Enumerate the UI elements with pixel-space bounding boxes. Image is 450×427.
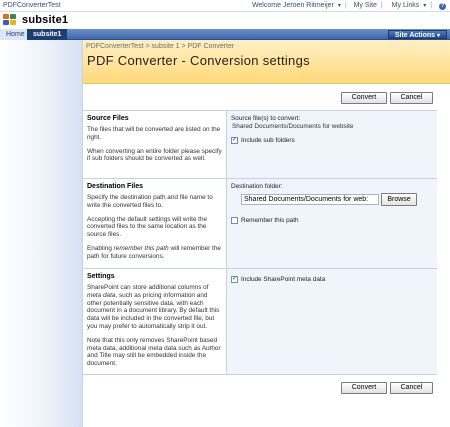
my-links-menu[interactable]: My Links ▾ [390,2,427,9]
chevron-down-icon: ▾ [337,3,341,9]
destination-folder-input[interactable]: Shared Documents/Documents for web: [241,194,379,205]
destination-files-desc-2: Accepting the default settings will writ… [87,215,208,239]
convert-button-bottom[interactable]: Convert [341,382,387,394]
desc-emphasis: meta data [87,291,116,299]
include-meta-data-label: Include SharePoint meta data [241,276,326,283]
source-files-desc-1: The files that will be converted are lis… [87,126,221,141]
site-actions-label: Site Actions [394,32,436,39]
settings-desc-1: SharePoint can store additional columns … [87,284,222,331]
page-title-area: PDFConverterTest > subsite 1 > PDF Conve… [83,40,450,84]
sharepoint-logo-icon [3,14,18,26]
my-links-label: My Links [391,2,420,9]
settings-desc-2: Note that this only removes SharePoint b… [87,336,221,368]
desc-text: SharePoint can store additional columns … [87,284,209,291]
checkbox-unchecked-icon[interactable] [231,217,238,224]
checkbox-checked-icon[interactable]: ✓ [231,276,238,283]
destination-files-section: Destination Files Specify the destinatio… [83,178,437,268]
welcome-label: Welcome Jeroen Ritmeijer [251,2,334,9]
conversion-settings-form: Convert Cancel Source Files The files th… [83,84,437,414]
source-files-description: Source Files The files that will be conv… [83,111,226,178]
top-links: Welcome Jeroen Ritmeijer ▾ | My Site | M… [248,2,446,10]
source-files-desc-2: When converting an entire folder please … [87,147,222,163]
divider: | [344,2,347,9]
browse-button[interactable]: Browse [381,193,417,206]
destination-files-desc-3: Enabling remember this path will remembe… [87,245,222,261]
left-navigation-panel [0,40,83,427]
include-sub-folders-checkbox[interactable]: ✓ Include sub folders [231,137,432,144]
source-files-label: Source file(s) to convert: [231,115,301,122]
remember-path-checkbox[interactable]: Remember this path [231,217,299,224]
chevron-down-icon: ▾ [436,33,440,39]
destination-files-controls: Destination folder: Shared Documents/Doc… [226,179,437,268]
top-bar: PDFConverterTest Welcome Jeroen Ritmeije… [0,0,450,12]
cancel-button-top[interactable]: Cancel [390,92,433,104]
remember-path-label: Remember this path [241,217,299,224]
site-collection-link[interactable]: PDFConverterTest [3,2,61,9]
site-header: subsite1 [0,12,450,29]
destination-folder-label: Destination folder: [231,183,283,190]
destination-files-desc-1: Specify the destination path and file na… [87,194,213,209]
top-nav-bar: Home subsite1 Site Actions ▾ [0,29,450,40]
divider: | [380,2,383,9]
settings-controls: ✓ Include SharePoint meta data [226,269,437,374]
source-files-heading: Source Files [87,115,129,122]
site-actions-menu[interactable]: Site Actions ▾ [387,30,447,39]
help-icon[interactable]: ? [439,3,446,10]
convert-button-top[interactable]: Convert [341,92,387,104]
destination-files-description: Destination Files Specify the destinatio… [83,179,226,268]
desc-emphasis: remember this path [113,244,169,252]
site-title[interactable]: subsite1 [22,14,68,26]
my-site-link[interactable]: My Site [354,2,377,9]
tab-subsite1[interactable]: subsite1 [27,29,68,40]
divider: | [430,2,433,9]
section-divider [83,374,437,375]
source-files-section: Source Files The files that will be conv… [83,110,437,178]
source-files-controls: Source file(s) to convert: Shared Docume… [226,111,437,178]
chevron-down-icon: ▾ [423,3,427,9]
settings-section: Settings SharePoint can store additional… [83,268,437,374]
breadcrumb[interactable]: PDFConverterTest > subsite 1 > PDF Conve… [86,43,234,50]
page-title: PDF Converter - Conversion settings [87,53,310,68]
cancel-button-bottom[interactable]: Cancel [390,382,433,394]
welcome-menu[interactable]: Welcome Jeroen Ritmeijer ▾ [250,2,341,9]
include-meta-data-checkbox[interactable]: ✓ Include SharePoint meta data [231,276,432,283]
source-files-value: Shared Documents/Documents for website [232,123,354,130]
checkbox-checked-icon[interactable]: ✓ [231,137,238,144]
destination-files-heading: Destination Files [87,183,144,190]
include-sub-folders-label: Include sub folders [241,137,295,144]
settings-description: Settings SharePoint can store additional… [83,269,226,374]
desc-text: Enabling [87,244,114,252]
settings-heading: Settings [87,273,115,280]
